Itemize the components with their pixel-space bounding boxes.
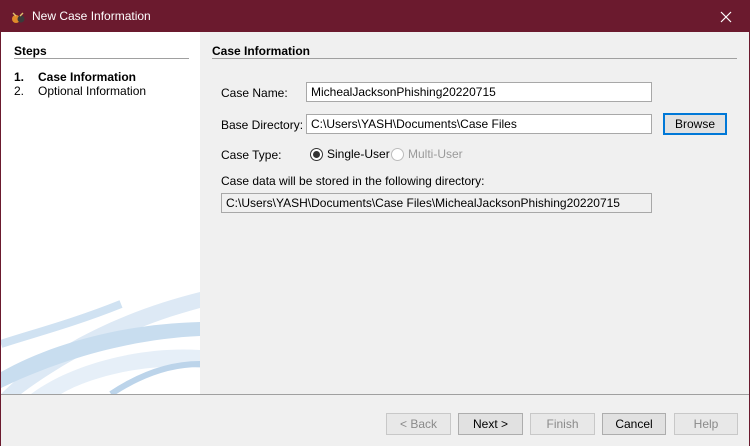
step-number: 1.	[14, 70, 25, 84]
step-case-information: 1. Case Information	[14, 70, 136, 84]
section-divider	[212, 58, 737, 59]
step-label: Optional Information	[38, 84, 147, 98]
app-icon	[12, 12, 25, 23]
multi-user-label: Multi-User	[408, 147, 463, 161]
cancel-button[interactable]: Cancel	[602, 413, 666, 435]
storage-note: Case data will be stored in the followin…	[221, 174, 485, 188]
step-number: 2.	[14, 84, 25, 98]
single-user-label: Single-User	[327, 147, 390, 161]
decorative-swoosh-graphic	[1, 292, 200, 394]
base-directory-input[interactable]	[306, 114, 652, 134]
finish-button: Finish	[530, 413, 595, 435]
new-case-dialog: New Case Information Steps 1. Case Inform…	[0, 0, 750, 446]
steps-panel: Steps 1. Case Information 2. Optional Info…	[1, 32, 200, 394]
back-button: < Back	[386, 413, 451, 435]
radio-unselected-icon	[391, 147, 404, 161]
steps-title: Steps	[14, 44, 47, 58]
case-name-label: Case Name:	[221, 86, 288, 100]
help-button: Help	[674, 413, 738, 435]
storage-path-field	[221, 193, 652, 213]
steps-divider	[14, 58, 189, 59]
button-bar: < Back Next > Finish Cancel Help	[1, 395, 749, 446]
step-optional-information: 2. Optional Information	[14, 84, 146, 98]
single-user-radio[interactable]: Single-User	[310, 147, 390, 161]
step-label: Case Information	[38, 70, 137, 84]
base-directory-label: Base Directory:	[221, 118, 304, 132]
case-name-input[interactable]	[306, 82, 652, 102]
close-icon[interactable]	[703, 1, 749, 32]
title-bar[interactable]: New Case Information	[1, 1, 749, 32]
next-button[interactable]: Next >	[458, 413, 523, 435]
section-title: Case Information	[212, 44, 311, 58]
content-panel: Case Information Case Name: Base Directo…	[200, 32, 750, 394]
case-type-label: Case Type:	[221, 148, 282, 162]
multi-user-radio: Multi-User	[391, 147, 463, 161]
window-title: New Case Information	[32, 9, 151, 23]
radio-selected-icon	[310, 147, 323, 161]
browse-button[interactable]: Browse	[663, 113, 727, 135]
